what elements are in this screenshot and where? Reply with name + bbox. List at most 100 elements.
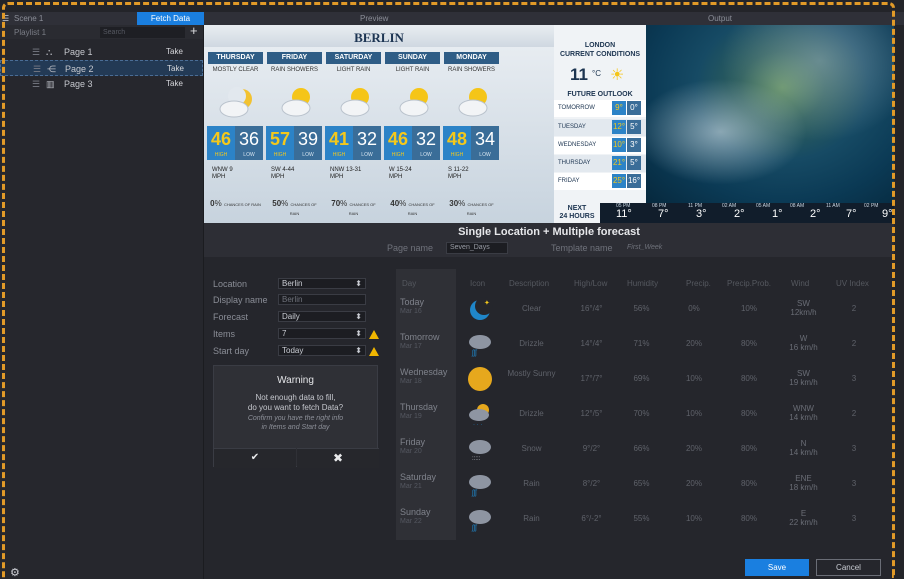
table-day-cell[interactable]: Today Mar 16 [400,297,424,315]
table-cell-prob[interactable]: 80% [724,339,774,348]
table-cell-uv[interactable]: 2 [834,409,874,418]
table-cell-uv[interactable]: 2 [834,339,874,348]
table-cell-wind[interactable]: W 16 km/h [776,334,831,352]
drag-handle-icon[interactable]: ☰ [32,47,40,58]
table-cell-wind[interactable]: N 14 km/h [776,439,831,457]
items-stepper[interactable]: 7 ⬍ [278,328,366,339]
conditions-panel: LONDON CURRENT CONDITIONS 11 °C ☀ FUTURE… [554,25,646,203]
table-cell-desc[interactable]: Rain [504,514,559,523]
table-cell-prob[interactable]: 80% [724,514,774,523]
table-day-cell[interactable]: Thursday Mar 19 [400,402,438,420]
page-name-field[interactable]: Seven_Days [446,242,508,254]
table-cell-desc[interactable]: Drizzle [504,339,559,348]
settings-gear-icon[interactable]: ⚙ [10,566,20,579]
display-name-label: Display name [213,295,268,305]
table-cell-hl[interactable]: 6°/-2° [569,514,614,523]
table-cell-hum[interactable]: 69% [619,374,664,383]
table-cell-precip[interactable]: 20% [674,339,714,348]
page-icon: ▥ [46,79,55,89]
table-cell-precip[interactable]: 10% [674,514,714,523]
high-label: HIGH [450,152,464,158]
temp-box: 46 32 HIGH LOW [384,126,440,160]
forecast-select[interactable]: Daily ⬍ [278,311,366,322]
high-temp: 48 [446,129,468,149]
high-temp: 41 [328,129,350,149]
table-cell-hum[interactable]: 55% [619,514,664,523]
day-condition: RAIN SHOWERS [447,67,495,73]
display-name-input[interactable]: Berlin [278,294,366,305]
playlist-search-input[interactable]: Search [100,27,185,38]
page-row[interactable]: ☰ ⛬ Page 1 Take [0,44,203,60]
add-page-button[interactable]: + [190,23,198,38]
spinner-icon: ⬍ [355,312,362,321]
table-cell-wind[interactable]: SW 12km/h [776,299,831,317]
take-button[interactable]: Take [166,79,183,88]
table-cell-prob[interactable]: 10% [724,304,774,313]
items-value: 7 [282,329,287,338]
table-day-cell[interactable]: Friday Mar 20 [400,437,425,455]
save-button[interactable]: Save [745,559,809,576]
day-name: Today [400,297,425,307]
table-cell-hl[interactable]: 16°/4° [569,304,614,313]
table-day-cell[interactable]: Saturday Mar 21 [400,472,436,490]
table-cell-hl[interactable]: 9°/2° [569,444,614,453]
table-cell-desc[interactable]: Drizzle [504,409,559,418]
table-cell-hum[interactable]: 65% [619,479,664,488]
table-cell-precip[interactable]: 0% [674,304,714,313]
drag-handle-icon[interactable]: ☰ [33,64,41,75]
percent-sign: % [340,199,348,208]
table-cell-desc[interactable]: Mostly Sunny [504,369,559,378]
scene-icon[interactable]: ☰ [2,14,9,23]
table-cell-uv[interactable]: 2 [834,304,874,313]
sun-icon [468,367,492,391]
table-cell-desc[interactable]: Rain [504,479,559,488]
cancel-button[interactable]: Cancel [816,559,881,576]
location-select[interactable]: Berlin ⬍ [278,278,366,289]
table-cell-desc[interactable]: Clear [504,304,559,313]
outlook-high: 25° [612,174,626,188]
table-cell-hum[interactable]: 56% [619,304,664,313]
table-day-cell[interactable]: Tomorrow Mar 17 [400,332,440,350]
take-button[interactable]: Take [167,64,184,73]
hour-label: 05 AM [756,203,771,209]
table-cell-hum[interactable]: 66% [619,444,664,453]
table-cell-hl[interactable]: 12°/5° [569,409,614,418]
table-cell-wind[interactable]: E 22 km/h [776,509,831,527]
table-cell-precip[interactable]: 20% [674,444,714,453]
page-row[interactable]: ☰ ▥ Page 3 Take [0,76,203,92]
high-label: HIGH [391,152,405,158]
table-cell-uv[interactable]: 3 [834,514,874,523]
confirm-fetch-button[interactable]: ✔ [214,448,296,468]
table-cell-hum[interactable]: 71% [619,339,664,348]
page-row-selected[interactable]: ☰ ⋲ Page 2 Take [0,60,203,76]
table-cell-wind[interactable]: WNW 14 km/h [776,404,831,422]
dismiss-warning-button[interactable]: ✖ [297,448,379,468]
table-cell-precip[interactable]: 10% [674,374,714,383]
table-cell-uv[interactable]: 3 [834,444,874,453]
drag-handle-icon[interactable]: ☰ [32,79,40,90]
table-cell-uv[interactable]: 3 [834,374,874,383]
table-cell-prob[interactable]: 80% [724,479,774,488]
table-cell-hum[interactable]: 70% [619,409,664,418]
current-temp: 11 [570,65,588,84]
wind-speed: 18 km/h [789,483,818,492]
outlook-row: TOMORROW 9° 0° [554,100,646,117]
table-cell-hl[interactable]: 8°/2° [569,479,614,488]
table-cell-prob[interactable]: 80% [724,374,774,383]
table-cell-desc[interactable]: Snow [504,444,559,453]
table-cell-precip[interactable]: 20% [674,479,714,488]
take-button[interactable]: Take [166,47,183,56]
table-cell-precip[interactable]: 10% [674,409,714,418]
table-day-cell[interactable]: Wednesday Mar 18 [400,367,447,385]
table-day-cell[interactable]: Sunday Mar 22 [400,507,431,525]
table-cell-prob[interactable]: 80% [724,409,774,418]
table-cell-wind[interactable]: ENE 18 km/h [776,474,831,492]
start-day-select[interactable]: Today ⬍ [278,345,366,356]
table-cell-wind[interactable]: SW 19 km/h [776,369,831,387]
low-label: LOW [420,152,432,158]
table-cell-uv[interactable]: 3 [834,479,874,488]
outlook-day: THURSDAY [558,160,591,166]
table-cell-hl[interactable]: 14°/4° [569,339,614,348]
table-cell-prob[interactable]: 80% [724,444,774,453]
table-cell-hl[interactable]: 17°/7° [569,374,614,383]
